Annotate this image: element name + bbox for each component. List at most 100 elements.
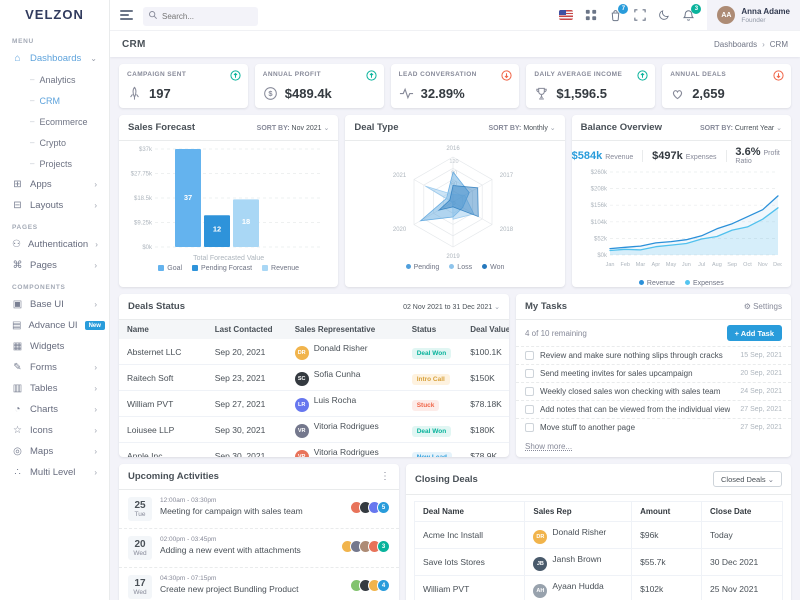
sidebar-item-pages[interactable]: ⌘Pages: [0, 255, 109, 276]
activities-kebab-menu-icon[interactable]: [380, 471, 390, 482]
language-flag-icon[interactable]: [559, 10, 573, 20]
sidebar-section-label: COMPONENTS: [0, 276, 109, 294]
task-checkbox[interactable]: [525, 369, 534, 378]
breadcrumb-separator: ›: [762, 40, 765, 49]
task-date: 20 Sep, 2021: [740, 370, 782, 377]
deals-status-title: Deals Status: [128, 301, 185, 312]
sidebar-subitem-analytics[interactable]: Analytics: [0, 69, 109, 90]
sales-forecast-sort-dropdown[interactable]: SORT BY: Nov 2021: [257, 124, 330, 132]
task-checkbox[interactable]: [525, 387, 534, 396]
task-item: Move stuff to another page27 Sep, 2021: [516, 418, 791, 436]
sidebar-item-layouts[interactable]: ⊟ Layouts: [0, 195, 109, 216]
legend-item: Expenses: [685, 280, 724, 287]
sidebar-subitem-projects[interactable]: Projects: [0, 153, 109, 174]
sidebar-subitem-crm[interactable]: CRM: [0, 90, 109, 111]
trophy-icon: [534, 86, 549, 101]
task-text: Weekly closed sales won checking with sa…: [540, 387, 720, 396]
column-header: Sales Rep: [525, 502, 632, 522]
dollar-circle-icon: $: [263, 86, 278, 101]
deal-type-sort-dropdown[interactable]: SORT BY: Monthly: [488, 124, 555, 132]
svg-text:$156k: $156k: [590, 203, 607, 209]
sidebar-item-widgets[interactable]: ▦Widgets: [0, 336, 109, 357]
column-header: Last Contacted: [207, 320, 287, 339]
search-icon: [148, 10, 158, 20]
task-checkbox[interactable]: [525, 405, 534, 414]
notifications-bell-icon[interactable]: 3: [682, 9, 695, 22]
sidebar-item-authentication[interactable]: ⚇Authentication: [0, 234, 109, 255]
balance-overview-card: Balance Overview SORT BY: Current Year $…: [572, 115, 791, 287]
sidebar-item-label: Advance UI: [28, 320, 77, 331]
deal-value: $100.1K: [462, 339, 509, 365]
search-input[interactable]: [143, 7, 258, 26]
balance-overview-chart: $260k$208k$156k$104k$52k$0kJanFebMarAprM…: [572, 165, 791, 277]
task-checkbox[interactable]: [525, 351, 534, 360]
legend-item: Won: [482, 264, 504, 271]
deals-status-date-range[interactable]: 02 Nov 2021 to 31 Dec 2021: [403, 303, 500, 311]
activity-item: 25Tue12:00am - 03:30pmMeeting for campai…: [119, 490, 399, 529]
sidebar-item-apps[interactable]: ⊞Apps: [0, 174, 109, 195]
svg-text:$260k: $260k: [590, 170, 607, 176]
balance-overview-sort-dropdown[interactable]: SORT BY: Current Year: [700, 124, 782, 132]
topbar: 7 3 AA Anna Adame Founder: [110, 0, 800, 30]
show-more-link[interactable]: Show more...: [516, 438, 581, 455]
rep-avatar: JB: [533, 557, 547, 571]
tasks-settings-button[interactable]: Settings: [744, 302, 782, 311]
layouts-icon: ⊟: [12, 200, 23, 211]
fullscreen-icon[interactable]: [634, 9, 646, 21]
sidebar-item-advance-ui[interactable]: ▤Advance UINew: [0, 315, 109, 336]
svg-text:Jan: Jan: [605, 262, 614, 268]
activity-item: 20Wed02:00pm - 03:45pmAdding a new event…: [119, 529, 399, 568]
sales-forecast-legend: GoalPending ForcastRevenue: [119, 262, 338, 275]
sidebar-subitem-crypto[interactable]: Crypto: [0, 132, 109, 153]
page-header: CRM Dashboards › CRM: [110, 30, 800, 57]
dark-mode-moon-icon[interactable]: [658, 9, 670, 21]
cart-icon[interactable]: 7: [609, 9, 622, 22]
sales-rep: LRLuis Rocha: [287, 391, 404, 417]
status-badge: Stuck: [412, 400, 440, 411]
svg-text:$0k: $0k: [142, 245, 153, 251]
sidebar-item-dashboards[interactable]: ⌂Dashboards: [0, 48, 109, 69]
chevron-down-icon: [90, 55, 97, 63]
svg-text:2019: 2019: [447, 254, 461, 260]
sidebar-item-label: Layouts: [30, 200, 63, 211]
svg-text:Sep: Sep: [727, 262, 737, 268]
sidebar-item-maps[interactable]: ◎Maps: [0, 441, 109, 462]
sidebar-subitem-ecommerce[interactable]: Ecommerce: [0, 111, 109, 132]
add-task-button[interactable]: Add Task: [727, 325, 782, 341]
sidebar-item-multi-level[interactable]: ∴Multi Level: [0, 462, 109, 483]
svg-text:$9.25k: $9.25k: [134, 221, 153, 227]
sidebar-item-label: Forms: [30, 362, 57, 373]
column-header: Sales Representative: [287, 320, 404, 339]
table-row: William PVTSep 27, 2021LRLuis RochaStuck…: [119, 391, 509, 417]
user-menu[interactable]: AA Anna Adame Founder: [707, 0, 800, 30]
sidebar-item-label: Widgets: [30, 341, 64, 352]
balance-overview-title: Balance Overview: [581, 122, 662, 133]
sidebar-item-icons[interactable]: ☆Icons: [0, 420, 109, 441]
hamburger-menu-icon[interactable]: [120, 10, 133, 20]
sidebar-item-charts[interactable]: ◔Charts: [0, 399, 109, 420]
sidebar-item-tables[interactable]: ▥Tables: [0, 378, 109, 399]
breadcrumb-dashboards[interactable]: Dashboards: [714, 40, 757, 49]
closing-deals-filter-select[interactable]: Closed Deals: [713, 471, 782, 487]
sales-rep: DRDonald Risher: [525, 522, 632, 549]
megaphone-icon: [127, 86, 142, 101]
task-text: Send meeting invites for sales upcampaig…: [540, 369, 693, 378]
notifications-badge: 3: [691, 4, 701, 14]
task-checkbox[interactable]: [525, 423, 534, 432]
legend-item: Loss: [449, 264, 472, 271]
my-tasks-card: My Tasks Settings 4 of 10 remaining Add …: [516, 294, 791, 457]
task-text: Add notes that can be viewed from the in…: [540, 405, 730, 414]
close-date: 25 Nov 2021: [702, 576, 783, 600]
sidebar-item-base-ui[interactable]: ▣Base UI: [0, 294, 109, 315]
sidebar-item-forms[interactable]: ✎Forms: [0, 357, 109, 378]
pages-icon: ⌘: [12, 260, 23, 271]
legend-item: Pending Forcast: [192, 265, 252, 272]
apps-grid-icon[interactable]: [585, 9, 597, 21]
avatar-count-badge: 5: [377, 501, 390, 514]
status-badge: Deal Won: [412, 426, 452, 437]
balance-stat-profit-ratio: 3.6%Profit Ratio: [735, 146, 791, 165]
svg-text:2018: 2018: [500, 227, 514, 233]
legend-item: Revenue: [262, 265, 299, 272]
app-logo[interactable]: VELZON: [0, 0, 109, 30]
pulse-icon: [399, 86, 414, 101]
